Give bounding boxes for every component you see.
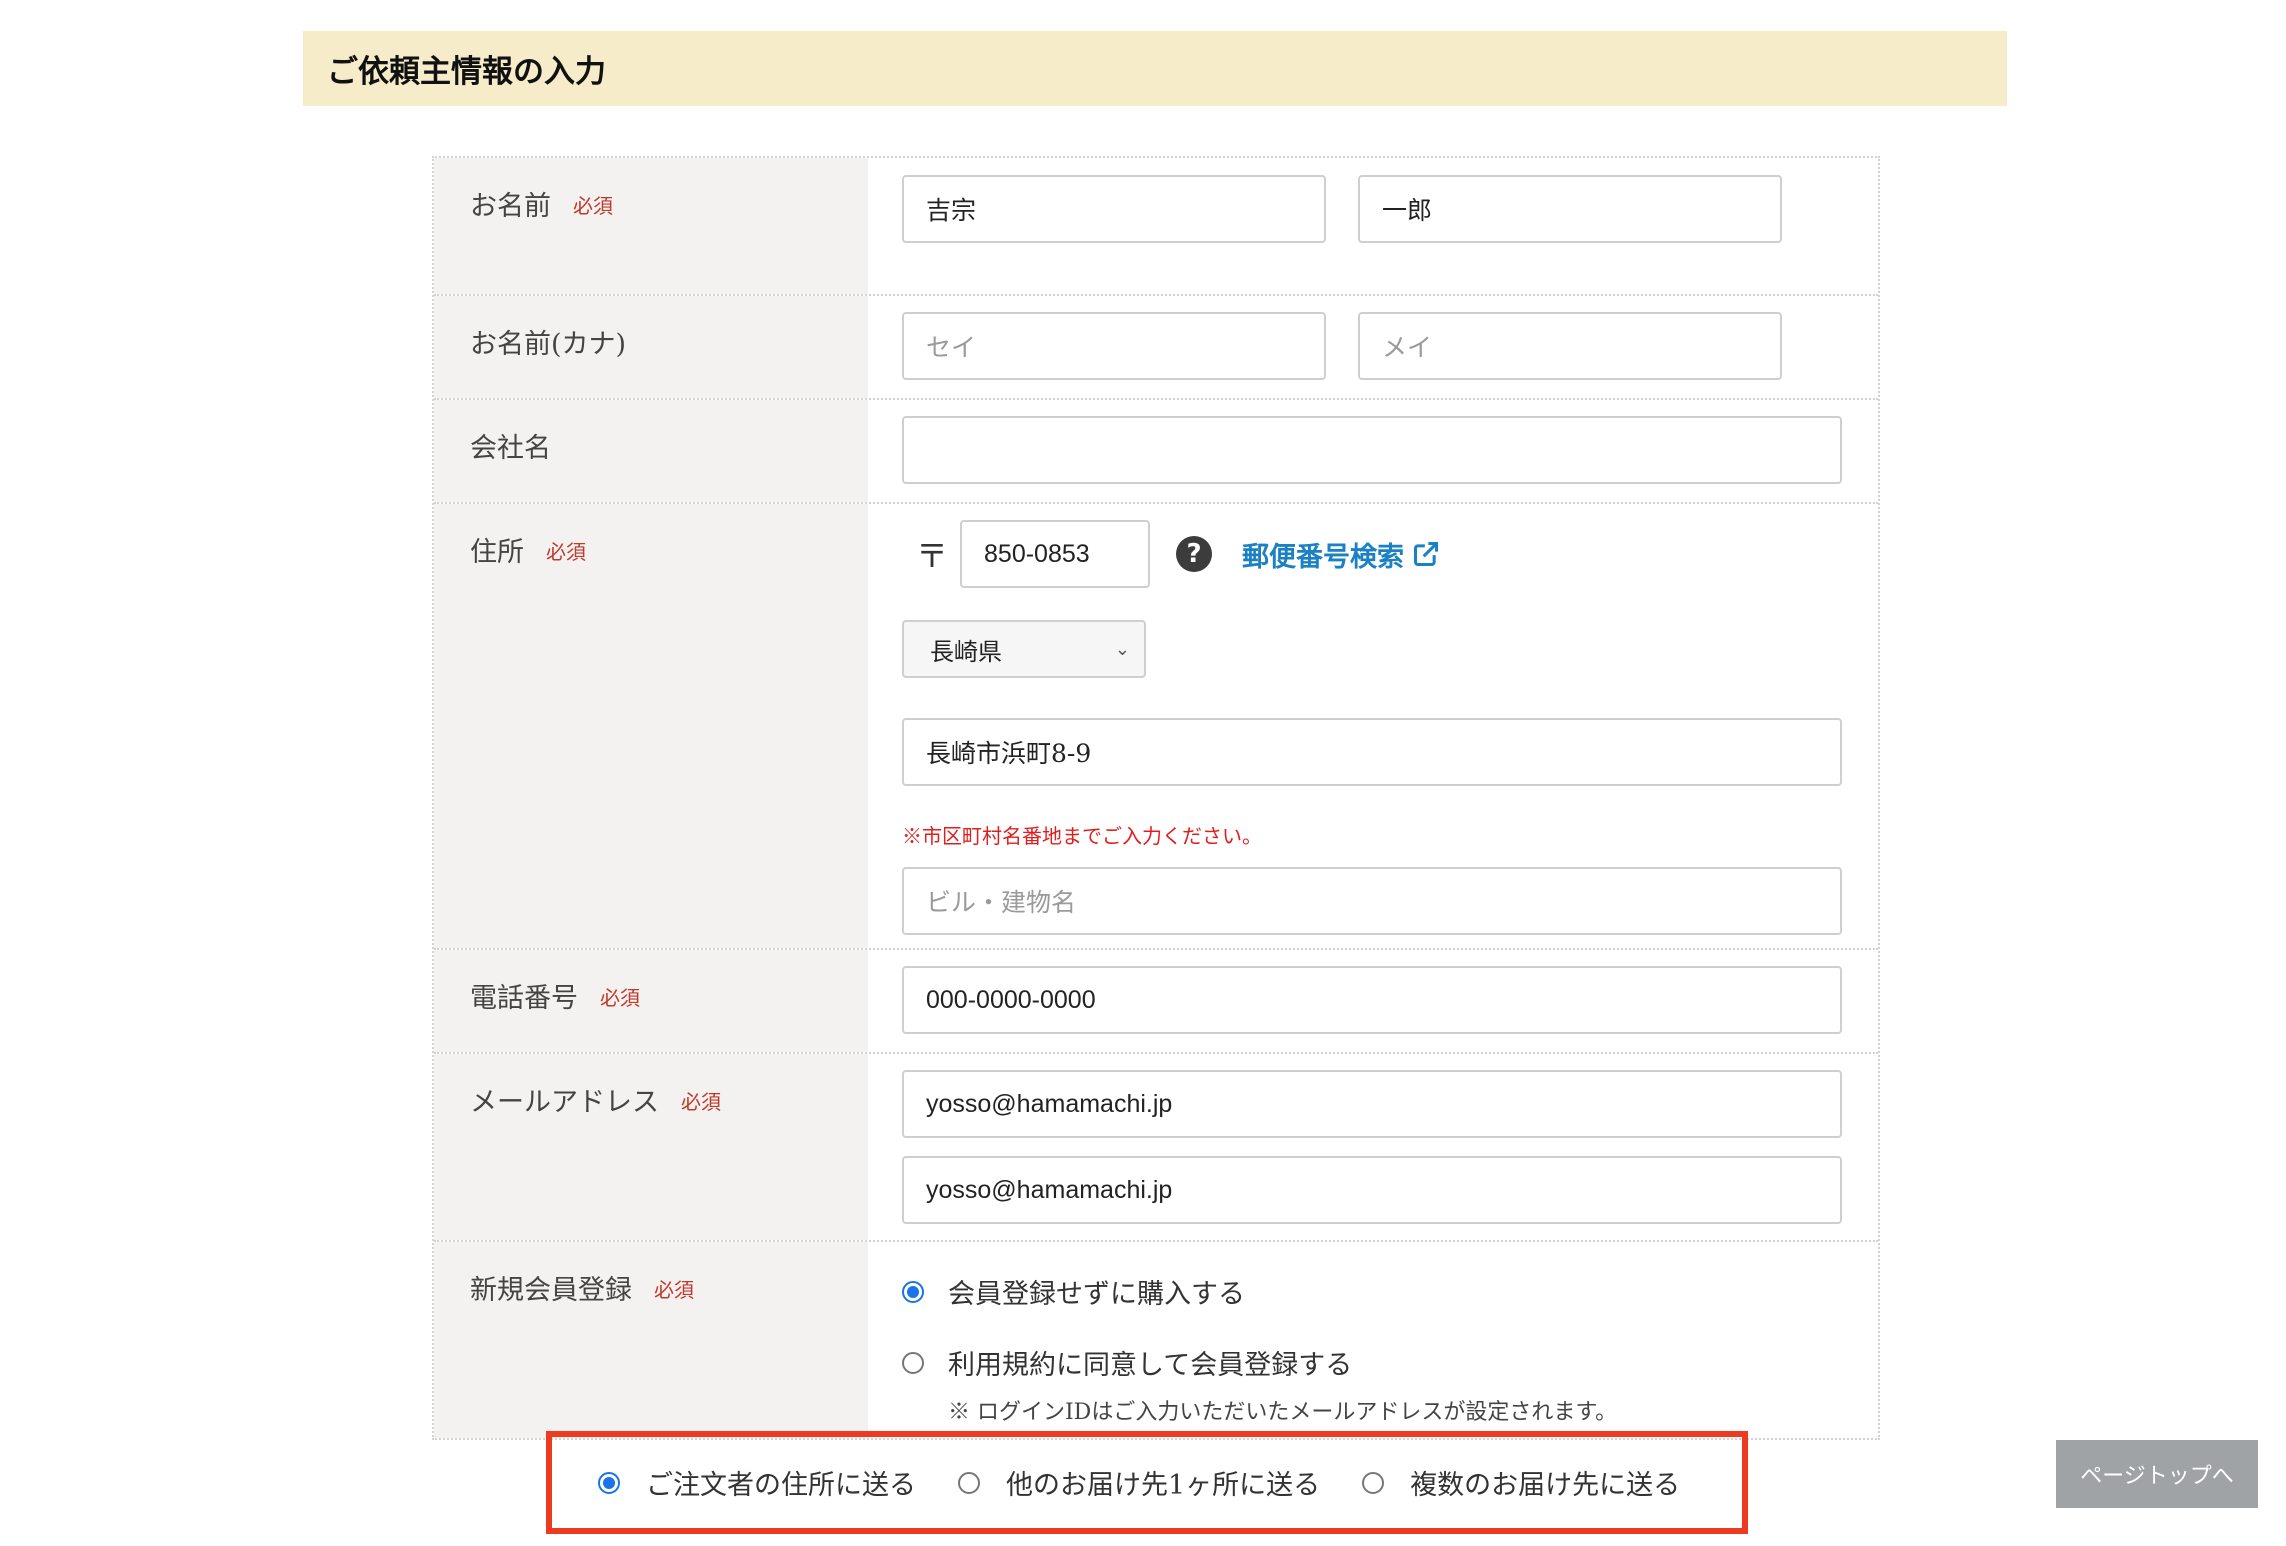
name-kana-label-cell: お名前(カナ): [434, 296, 868, 398]
question-circle-icon[interactable]: ?: [1176, 536, 1213, 572]
radio-unselected[interactable]: [958, 1471, 980, 1494]
shipping-option-self-label: ご注文者の住所に送る: [646, 1470, 916, 1501]
postal-mark: 〒: [916, 537, 949, 575]
membership-note: ※ ログインIDはご入力いただいたメールアドレスが設定されます。: [948, 1400, 1618, 1425]
shipping-option-multiple[interactable]: 複数のお届け先に送る: [1362, 1463, 1680, 1502]
shipping-option-self[interactable]: ご注文者の住所に送る: [598, 1463, 916, 1502]
name-label: お名前: [470, 191, 551, 222]
address-note: ※市区町村名番地までご入力ください。: [902, 824, 1262, 848]
company-label-cell: 会社名: [434, 400, 868, 502]
page-top-button[interactable]: ページトップへ: [2056, 1440, 2258, 1508]
section-title: ご依頼主情報の入力: [303, 31, 2007, 106]
radio-unselected[interactable]: [1362, 1471, 1385, 1494]
row-phone: 電話番号 必須 000-0000-0000: [434, 950, 1878, 1054]
required-badge: 必須: [546, 540, 586, 564]
shipping-option-single[interactable]: 他のお届け先1ヶ所に送る: [958, 1463, 1320, 1502]
required-badge: 必須: [600, 986, 640, 1010]
company-label: 会社名: [470, 433, 551, 464]
building-input[interactable]: ビル・建物名: [902, 867, 1842, 935]
first-name-input[interactable]: 一郎: [1358, 175, 1782, 243]
phone-label: 電話番号: [470, 983, 578, 1014]
company-input[interactable]: [902, 416, 1842, 484]
membership-label-cell: 新規会員登録 必須: [434, 1242, 868, 1438]
email-confirm-input[interactable]: yosso@hamamachi.jp: [902, 1156, 1842, 1224]
zip-code-input[interactable]: 850-0853: [960, 520, 1151, 588]
membership-option-yes[interactable]: 利用規約に同意して会員登録する: [902, 1343, 1844, 1382]
phone-label-cell: 電話番号 必須: [434, 950, 868, 1052]
zip-search-link-label: 郵便番号検索: [1242, 541, 1405, 573]
name-label-cell: お名前 必須: [434, 158, 868, 294]
row-email: メールアドレス 必須 yosso@hamamachi.jp yosso@hama…: [434, 1054, 1878, 1242]
email-input[interactable]: yosso@hamamachi.jp: [902, 1070, 1842, 1138]
email-label-cell: メールアドレス 必須: [434, 1054, 868, 1240]
row-address: 住所 必須 〒 850-0853 ? 郵便番号検索 長崎県 ⌄ 長崎市浜町8-9…: [434, 504, 1878, 950]
membership-option-no[interactable]: 会員登録せずに購入する: [902, 1272, 1844, 1311]
external-link-icon: [1412, 540, 1440, 568]
address-label: 住所: [470, 537, 524, 568]
membership-option-yes-label: 利用規約に同意して会員登録する: [948, 1350, 1353, 1381]
required-badge: 必須: [573, 194, 613, 218]
required-badge: 必須: [681, 1090, 721, 1114]
last-name-input[interactable]: 吉宗: [902, 175, 1326, 243]
shipping-option-single-label: 他のお届け先1ヶ所に送る: [1006, 1470, 1321, 1501]
radio-selected[interactable]: [902, 1280, 924, 1303]
row-name: お名前 必須 吉宗 一郎: [434, 158, 1878, 296]
shipping-option-multiple-label: 複数のお届け先に送る: [1410, 1470, 1681, 1501]
required-badge: 必須: [654, 1278, 694, 1302]
requester-form: お名前 必須 吉宗 一郎 お名前(カナ) セイ メイ 会社名 住所 必須 〒 8…: [432, 156, 1880, 1440]
shipping-options: ご注文者の住所に送る 他のお届け先1ヶ所に送る 複数のお届け先に送る: [546, 1431, 1748, 1534]
last-name-kana-input[interactable]: セイ: [902, 312, 1326, 380]
membership-label: 新規会員登録: [470, 1275, 632, 1306]
name-kana-label: お名前(カナ): [470, 329, 627, 360]
row-company: 会社名: [434, 400, 1878, 504]
zip-search-link[interactable]: 郵便番号検索: [1242, 535, 1440, 574]
radio-selected[interactable]: [598, 1471, 620, 1494]
row-name-kana: お名前(カナ) セイ メイ: [434, 296, 1878, 400]
phone-input[interactable]: 000-0000-0000: [902, 966, 1842, 1034]
chevron-down-icon: ⌄: [1114, 638, 1130, 660]
prefecture-value: 長崎県: [930, 637, 1002, 666]
membership-option-no-label: 会員登録せずに購入する: [948, 1279, 1245, 1310]
prefecture-select[interactable]: 長崎県 ⌄: [902, 620, 1146, 678]
email-label: メールアドレス: [470, 1087, 659, 1118]
first-name-kana-input[interactable]: メイ: [1358, 312, 1782, 380]
address-label-cell: 住所 必須: [434, 504, 868, 948]
row-membership: 新規会員登録 必須 会員登録せずに購入する 利用規約に同意して会員登録する ※ …: [434, 1242, 1878, 1438]
radio-unselected[interactable]: [902, 1351, 924, 1374]
street-address-input[interactable]: 長崎市浜町8-9: [902, 718, 1842, 786]
